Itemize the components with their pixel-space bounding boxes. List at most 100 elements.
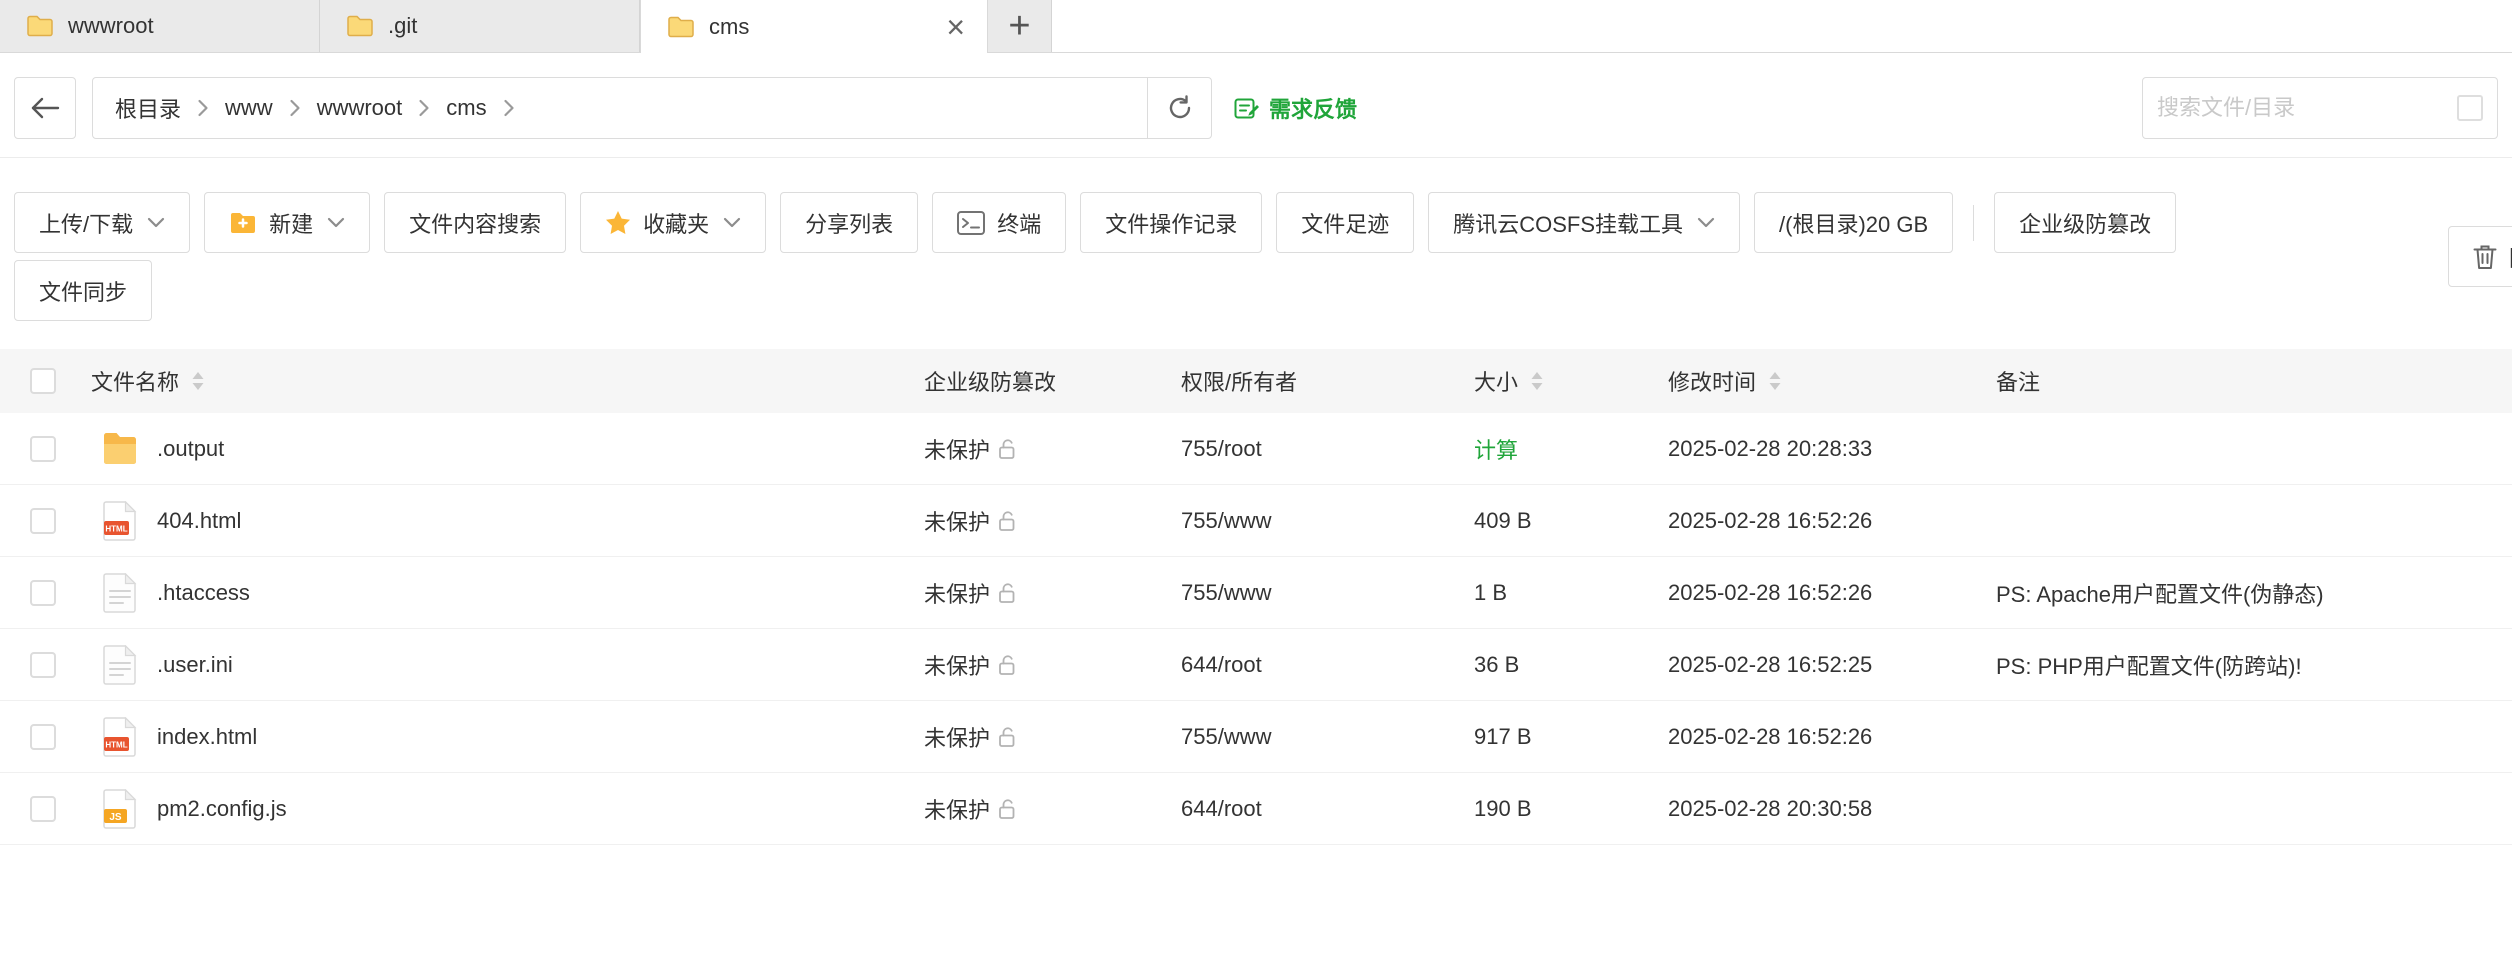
- new-folder-icon: [229, 211, 257, 235]
- sort-icon[interactable]: [1768, 371, 1782, 391]
- row-checkbox[interactable]: [30, 579, 56, 606]
- select-all-checkbox[interactable]: [30, 368, 56, 394]
- file-size-cell: 计算: [1474, 433, 1668, 465]
- table-row[interactable]: .htaccess 未保护 755/www 1 B 2025-02-28 16:…: [0, 557, 2512, 629]
- column-header-label: 大小: [1474, 370, 1519, 395]
- search-option-checkbox[interactable]: [2457, 95, 2483, 121]
- button-label: 腾讯云COSFS挂载工具: [1453, 211, 1684, 237]
- file-size: 190 B: [1474, 795, 1532, 821]
- table-row[interactable]: JS pm2.config.js 未保护 644/root 190 B 2025…: [0, 773, 2512, 845]
- recycle-bin-button[interactable]: 回收站: [2448, 226, 2512, 287]
- feedback-link[interactable]: 需求反馈: [1234, 92, 1357, 124]
- tab-git[interactable]: .git: [320, 0, 640, 52]
- breadcrumb-item[interactable]: cms: [446, 95, 486, 121]
- svg-text:HTML: HTML: [105, 524, 127, 533]
- breadcrumb-item[interactable]: 根目录: [115, 92, 181, 124]
- terminal-button[interactable]: 终端: [932, 192, 1067, 253]
- root-disk-space-button[interactable]: /(根目录)20 GB: [1754, 192, 1954, 253]
- row-checkbox[interactable]: [30, 795, 56, 822]
- tab-label: cms: [709, 13, 750, 39]
- modified-time: 2025-02-28 16:52:26: [1668, 507, 1873, 533]
- column-header-label: 权限/所有者: [1181, 370, 1298, 395]
- file-name[interactable]: .htaccess: [157, 580, 250, 606]
- breadcrumb-item[interactable]: www: [225, 95, 273, 121]
- button-label: 上传/下载: [39, 211, 134, 237]
- unlock-icon: [997, 510, 1017, 532]
- button-label: 企业级防篡改: [2019, 211, 2152, 237]
- row-checkbox-cell: [0, 579, 91, 606]
- file-name[interactable]: .output: [157, 436, 224, 462]
- star-icon: [605, 210, 631, 235]
- folder-icon: [346, 15, 374, 37]
- js-file-icon: JS: [99, 788, 141, 830]
- file-name[interactable]: index.html: [157, 724, 257, 750]
- table-row[interactable]: HTML 404.html 未保护 755/www 409 B 2025-02-…: [0, 485, 2512, 557]
- search-box: [2142, 77, 2498, 139]
- tab-label: wwwroot: [68, 13, 154, 38]
- search-input[interactable]: [2157, 95, 2457, 121]
- file-size[interactable]: 计算: [1474, 433, 1518, 465]
- file-footprint-button[interactable]: 文件足迹: [1276, 192, 1415, 253]
- chevron-down-icon: [147, 217, 165, 228]
- file-size: 409 B: [1474, 507, 1532, 533]
- toolbar: 上传/下载 新建 文件内容搜索 收藏夹 分享列表 终端 文件操作记录 文件足迹 …: [0, 158, 2512, 321]
- new-tab-button[interactable]: +: [988, 0, 1052, 52]
- file-file-icon: [99, 644, 141, 686]
- tab-cms[interactable]: cms ×: [640, 0, 988, 53]
- row-checkbox-cell: [0, 651, 91, 678]
- file-name[interactable]: pm2.config.js: [157, 796, 287, 822]
- column-header-label: 企业级防篡改: [924, 370, 1057, 395]
- tab-close-icon[interactable]: ×: [924, 11, 987, 43]
- file-name[interactable]: 404.html: [157, 508, 241, 534]
- file-file-icon: [99, 572, 141, 614]
- button-label: 终端: [997, 211, 1042, 237]
- table-row[interactable]: .output 未保护 755/root 计算 2025-02-28 20:28…: [0, 413, 2512, 485]
- button-label: 文件操作记录: [1105, 211, 1238, 237]
- cosfs-mount-tool-button[interactable]: 腾讯云COSFS挂载工具: [1428, 192, 1741, 253]
- row-checkbox[interactable]: [30, 507, 56, 534]
- file-sync-button[interactable]: 文件同步: [14, 260, 153, 321]
- share-list-button[interactable]: 分享列表: [780, 192, 919, 253]
- file-content-search-button[interactable]: 文件内容搜索: [384, 192, 567, 253]
- button-label: /(根目录)20 GB: [1779, 211, 1929, 237]
- back-button[interactable]: [14, 77, 76, 139]
- row-checkbox[interactable]: [30, 723, 56, 750]
- button-label: 文件同步: [39, 279, 128, 305]
- breadcrumb-item[interactable]: wwwroot: [317, 95, 403, 121]
- file-name[interactable]: .user.ini: [157, 652, 233, 678]
- column-header-label: 文件名称: [91, 370, 180, 395]
- sort-icon[interactable]: [1530, 371, 1544, 391]
- file-operation-log-button[interactable]: 文件操作记录: [1080, 192, 1263, 253]
- table-row[interactable]: HTML index.html 未保护 755/www 917 B 2025-0…: [0, 701, 2512, 773]
- html-file-icon: HTML: [99, 500, 141, 542]
- tamper-status: 未保护: [924, 437, 991, 463]
- row-checkbox[interactable]: [30, 651, 56, 678]
- modified-time: 2025-02-28 20:28:33: [1668, 435, 1873, 461]
- row-checkbox-cell: [0, 723, 91, 750]
- sort-icon[interactable]: [191, 371, 205, 391]
- back-arrow-icon: [30, 96, 60, 120]
- tab-wwwroot[interactable]: wwwroot: [0, 0, 320, 52]
- tamper-proof-button[interactable]: 企业级防篡改: [1994, 192, 2177, 253]
- table-row[interactable]: .user.ini 未保护 644/root 36 B 2025-02-28 1…: [0, 629, 2512, 701]
- row-checkbox[interactable]: [30, 435, 56, 462]
- tamper-status: 未保护: [924, 581, 991, 607]
- toolbar-row: 文件同步: [14, 260, 2498, 321]
- button-label: 文件足迹: [1301, 211, 1390, 237]
- new-button[interactable]: 新建: [204, 192, 371, 253]
- tamper-status: 未保护: [924, 725, 991, 751]
- table-body: .output 未保护 755/root 计算 2025-02-28 20:28…: [0, 413, 2512, 845]
- file-note: PS: PHP用户配置文件(防跨站)!: [1996, 653, 2302, 679]
- modified-time: 2025-02-28 16:52:26: [1668, 723, 1873, 749]
- tamper-status-cell: 未保护: [924, 505, 1181, 537]
- feedback-label: 需求反馈: [1269, 97, 1358, 122]
- favorites-button[interactable]: 收藏夹: [580, 192, 767, 253]
- upload-download-button[interactable]: 上传/下载: [14, 192, 191, 253]
- tamper-status-cell: 未保护: [924, 721, 1181, 753]
- permission-owner: 755/root: [1181, 435, 1262, 461]
- row-checkbox-cell: [0, 507, 91, 534]
- permission-owner: 755/www: [1181, 723, 1272, 749]
- refresh-button[interactable]: [1147, 78, 1211, 138]
- column-header-label: 修改时间: [1668, 370, 1757, 395]
- tamper-status-cell: 未保护: [924, 433, 1181, 465]
